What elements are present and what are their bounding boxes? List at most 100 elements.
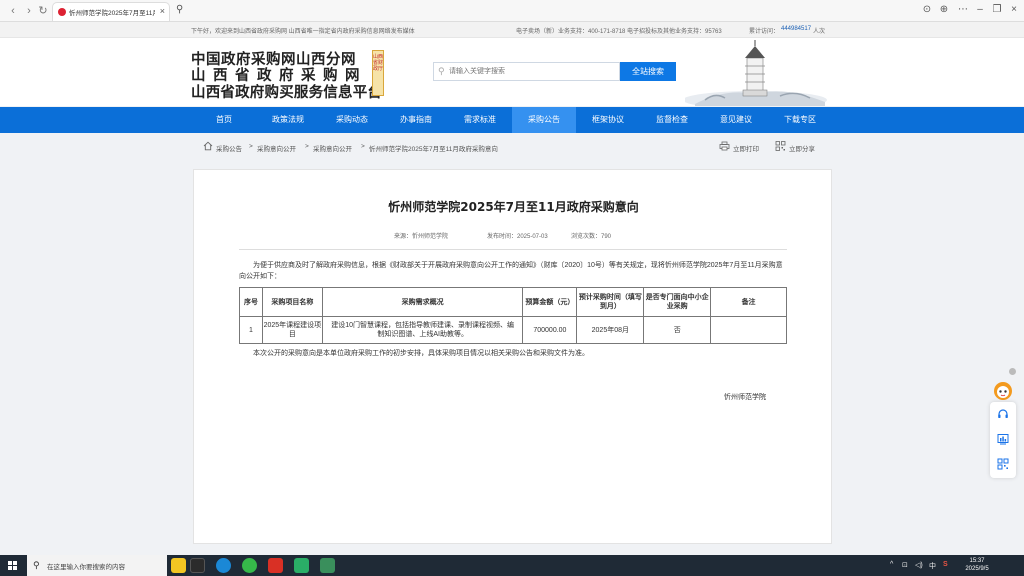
article-title: 忻州师范学院2025年7月至11月政府采购意向 — [388, 200, 639, 214]
article-signature: 忻州师范学院 — [724, 394, 766, 401]
cell-budget: 700000.00 — [522, 316, 578, 344]
col-header-project: 采购项目名称 — [261, 287, 323, 317]
nav-guide[interactable]: 办事指南 — [384, 107, 448, 133]
back-icon[interactable]: ‹ — [6, 4, 20, 18]
network-icon[interactable]: ⊡ — [902, 561, 908, 569]
main-nav: 首页 政策法规 采购动态 办事指南 需求标准 采购公告 框架协议 监督检查 意见… — [0, 107, 1024, 133]
article-intro: 为便于供应商及时了解政府采购信息，根据《财政部关于开展政府采购意向公开工作的通知… — [239, 262, 783, 280]
float-close-icon[interactable] — [1009, 368, 1016, 375]
breadcrumb-item-2[interactable]: 采购意向公开 — [257, 143, 296, 153]
nav-feedback[interactable]: 意见建议 — [704, 107, 768, 133]
ime-indicator[interactable]: 中 — [929, 561, 936, 571]
site-info-bar: 下午好，欢迎来到山西省政府采购网 山西省唯一指定省内政府采购信息网络发布媒体 电… — [0, 22, 1024, 38]
visits-unit: 人次 — [813, 29, 826, 35]
share-label: 立即分享 — [789, 146, 815, 153]
more-icon[interactable]: ⋯ — [956, 4, 970, 15]
volume-icon[interactable]: ◁) — [915, 561, 923, 569]
forward-icon[interactable]: › — [22, 4, 36, 18]
globe-icon[interactable]: ⊕ — [937, 4, 951, 15]
col-header-time: 预计采购时间（填写到月） — [576, 287, 645, 317]
pagoda-illustration — [685, 40, 827, 106]
breadcrumb-item-current: 忻州师范学院2025年7月至11月政府采购意向 — [369, 146, 498, 153]
title-divider — [239, 249, 787, 250]
wechat-icon[interactable] — [294, 558, 309, 573]
nav-supervision[interactable]: 监督检查 — [640, 107, 704, 133]
tray-chevron-icon[interactable]: ^ — [890, 561, 893, 568]
col-header-budget: 预算金额（元） — [522, 287, 578, 317]
browser-tab[interactable]: 忻州师范学院2025年7月至11月政府采购意向 × — [52, 2, 170, 21]
breadcrumb-separator: > — [305, 143, 309, 150]
taskbar-search-placeholder: 在这里输入你要搜索的内容 — [47, 564, 125, 571]
home-icon[interactable] — [203, 141, 213, 151]
cell-sme: 否 — [643, 316, 712, 344]
procurement-table: 序号 采购项目名称 采购需求概况 预算金额（元） 预计采购时间（填写到月） 是否… — [239, 287, 787, 344]
floating-toolbar — [990, 402, 1016, 478]
site-search-button[interactable]: 全站搜索 — [620, 62, 676, 81]
breadcrumb-separator: > — [361, 143, 365, 150]
reload-icon[interactable]: ↻ — [36, 4, 50, 18]
search-icon: ⚲ — [438, 66, 445, 76]
breadcrumb-item-1[interactable]: 采购公告 — [216, 143, 242, 153]
breadcrumb-item-3[interactable]: 采购意向公开 — [313, 143, 352, 153]
breadcrumb-separator: > — [249, 143, 253, 150]
edge-browser-icon[interactable] — [216, 558, 231, 573]
article-card: 忻州师范学院2025年7月至11月政府采购意向 来源：忻州师范学院 发布时间：2… — [193, 169, 832, 544]
minimize-icon[interactable]: – — [973, 4, 987, 15]
download-icon[interactable]: ⊙ — [920, 4, 934, 15]
col-header-sme: 是否专门面向中小企业采购 — [643, 287, 712, 317]
tab-title: 忻州师范学院2025年7月至11月政府采购意向 — [69, 10, 155, 17]
logo-line-3[interactable]: 山西省政府购买服务信息平台 — [191, 81, 382, 102]
table-header-row: 序号 采购项目名称 采购需求概况 预算金额（元） 预计采购时间（填写到月） 是否… — [239, 287, 787, 317]
qr-code-icon — [775, 141, 786, 151]
print-label: 立即打印 — [733, 146, 759, 153]
browser-toolbar: ‹ › ↻ 忻州师范学院2025年7月至11月政府采购意向 × ⚲ ⊙ ⊕ ⋯ … — [0, 0, 1024, 22]
chart-icon[interactable] — [997, 433, 1009, 445]
cell-remark — [710, 316, 787, 344]
cell-no: 1 — [239, 316, 263, 344]
taskbar-search[interactable]: ⚲ 在这里输入你要搜索的内容 — [27, 555, 167, 576]
printer-icon — [719, 141, 730, 151]
nav-standards[interactable]: 需求标准 — [448, 107, 512, 133]
address-search-icon[interactable]: ⚲ — [176, 4, 183, 15]
nav-news[interactable]: 采购动态 — [320, 107, 384, 133]
tray-app-icon[interactable]: S — [943, 561, 948, 568]
taskbar-app-icon[interactable] — [171, 558, 186, 573]
wps-icon[interactable] — [268, 558, 283, 573]
nav-announcements[interactable]: 采购公告 — [512, 107, 576, 133]
article-views: 浏览次数：790 — [571, 234, 612, 240]
cell-requirement: 建设10门智慧课程，包括指导教师建课、录制课程视频、编制知识图谱、上线AI助教等… — [321, 316, 524, 344]
col-header-requirement: 采购需求概况 — [321, 287, 524, 317]
article-note: 本次公开的采购意向是本单位政府采购工作的初步安排，具体采购项目情况以相关采购公告… — [253, 350, 589, 357]
headset-icon[interactable] — [997, 408, 1009, 420]
nav-framework[interactable]: 框架协议 — [576, 107, 640, 133]
search-icon: ⚲ — [33, 560, 40, 570]
qr-code-icon[interactable] — [997, 458, 1009, 470]
article-publish-time: 发布时间：2025-07-03 — [487, 234, 548, 240]
site-header: 中国政府采购网山西分网 山西省政府采购网 山西省政府购买服务信息平台 山西省财政… — [0, 38, 1024, 106]
restore-icon[interactable]: ❐ — [990, 4, 1004, 15]
taskbar-app-icon[interactable] — [320, 558, 335, 573]
close-window-icon[interactable]: × — [1007, 4, 1021, 15]
cell-time: 2025年08月 — [576, 316, 645, 344]
cell-project: 2025年课程建设项目 — [261, 316, 323, 344]
nav-policy[interactable]: 政策法规 — [256, 107, 320, 133]
windows-start-icon[interactable] — [8, 561, 17, 570]
col-header-remark: 备注 — [710, 287, 787, 317]
taskbar-clock[interactable]: 15:37 2025/9/5 — [962, 557, 992, 573]
browser-app-icon[interactable] — [242, 558, 257, 573]
clock-date: 2025/9/5 — [965, 566, 989, 572]
nav-downloads[interactable]: 下载专区 — [768, 107, 832, 133]
close-tab-icon[interactable]: × — [160, 6, 165, 16]
welcome-text: 下午好，欢迎来到山西省政府采购网 山西省唯一指定省内政府采购信息网络发布媒体 — [191, 29, 415, 35]
mascot-icon[interactable] — [992, 379, 1014, 403]
table-row: 1 2025年课程建设项目 建设10门智慧课程，包括指导教师建课、录制课程视频、… — [239, 316, 787, 344]
windows-taskbar: ⚲ 在这里输入你要搜索的内容 ^ ⊡ ◁) 中 S 15:37 2025/9/5 — [0, 555, 1024, 576]
article-source: 来源：忻州师范学院 — [394, 234, 449, 240]
taskbar-app-icon[interactable] — [190, 558, 205, 573]
nav-home[interactable]: 首页 — [192, 107, 256, 133]
site-search-box[interactable]: ⚲ — [433, 62, 620, 81]
col-header-no: 序号 — [239, 287, 263, 317]
hotline-text: 电子卖场（新）业务支持：400-171-8718 电子招投标及其他业务支持：95… — [516, 29, 722, 35]
clock-time: 15:37 — [969, 558, 985, 564]
search-input[interactable] — [449, 65, 614, 78]
